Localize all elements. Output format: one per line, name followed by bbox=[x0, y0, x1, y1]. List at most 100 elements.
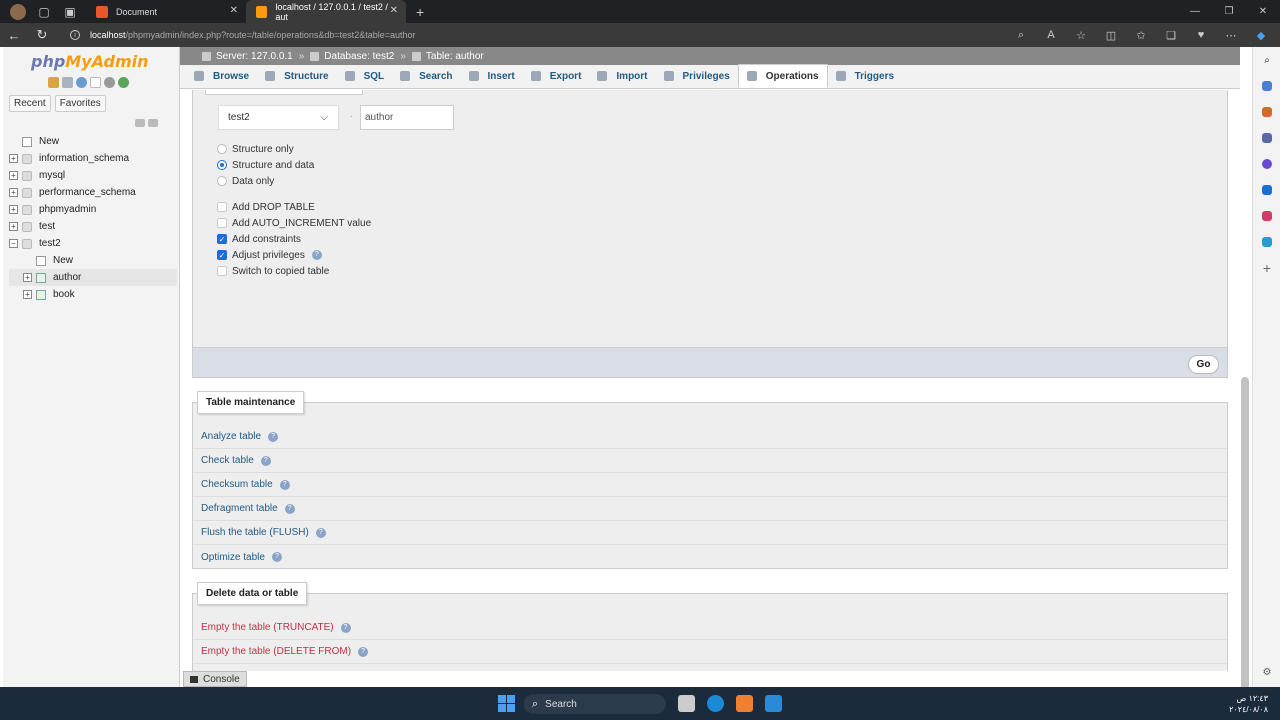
expand-icon[interactable]: + bbox=[9, 171, 18, 180]
close-tab-icon[interactable]: ✕ bbox=[230, 5, 238, 16]
sidebar-settings-icon[interactable]: ⚙ bbox=[1253, 659, 1280, 685]
split-screen-icon[interactable]: ◫ bbox=[1096, 29, 1126, 42]
radio-button[interactable] bbox=[217, 160, 227, 170]
tab-export[interactable]: Export bbox=[523, 64, 590, 88]
reload-nav-icon[interactable] bbox=[118, 77, 129, 88]
tab-search[interactable]: Search bbox=[392, 64, 460, 88]
help-icon[interactable]: ? bbox=[284, 503, 295, 514]
settings-icon[interactable] bbox=[104, 77, 115, 88]
checkbox[interactable] bbox=[217, 266, 227, 276]
sidebar-search-icon[interactable]: ⌕ bbox=[1253, 47, 1280, 73]
favorites-icon[interactable]: ✩ bbox=[1126, 29, 1156, 42]
page-scrollbar[interactable] bbox=[1241, 377, 1249, 703]
browser-tab-document[interactable]: Document ✕ bbox=[86, 0, 246, 23]
new-tab-icon[interactable]: + bbox=[416, 4, 424, 20]
tree-item-book[interactable]: + book bbox=[9, 286, 177, 303]
taskbar-clock[interactable]: ١٢:٤٣ ص ٢٠٢٤/٠٨/٠٨ bbox=[1229, 693, 1268, 715]
target-table-input[interactable]: author bbox=[360, 105, 454, 130]
radio-button[interactable] bbox=[217, 176, 227, 186]
tab-actions-icon[interactable]: ▣ bbox=[62, 4, 78, 20]
close-window-icon[interactable]: ✕ bbox=[1246, 0, 1280, 23]
tab-sql[interactable]: SQL bbox=[337, 64, 393, 88]
browser-tab-phpmyadmin[interactable]: localhost / 127.0.0.1 / test2 / aut ✕ bbox=[246, 0, 406, 23]
expand-icon[interactable]: + bbox=[9, 205, 18, 214]
zoom-icon[interactable]: ⌕ bbox=[1006, 29, 1036, 42]
file-explorer-icon[interactable] bbox=[678, 695, 695, 712]
expand-icon[interactable]: + bbox=[9, 154, 18, 163]
start-icon[interactable] bbox=[498, 695, 515, 712]
expand-icon[interactable]: + bbox=[9, 188, 18, 197]
tree-item-information-schema[interactable]: + information_schema bbox=[9, 150, 177, 167]
maintenance-link[interactable]: Analyze table bbox=[201, 431, 261, 442]
tab-privileges[interactable]: Privileges bbox=[656, 64, 738, 88]
radio-option[interactable]: Structure only bbox=[217, 142, 294, 156]
vscode-icon[interactable] bbox=[765, 695, 782, 712]
read-aloud-icon[interactable]: A bbox=[1036, 29, 1066, 41]
delete-link[interactable]: Empty the table (DELETE FROM) bbox=[201, 646, 351, 657]
favorite-star-icon[interactable]: ☆ bbox=[1066, 29, 1096, 42]
tree-item-test2[interactable]: − test2 bbox=[9, 235, 177, 252]
checkbox-option[interactable]: ✓ Add constraints bbox=[217, 232, 301, 246]
recent-tab[interactable]: Recent bbox=[9, 95, 51, 112]
radio-option[interactable]: Data only bbox=[217, 174, 274, 188]
home-icon[interactable] bbox=[48, 77, 59, 88]
checkbox-option[interactable]: Add DROP TABLE bbox=[217, 200, 315, 214]
docs-icon[interactable] bbox=[90, 77, 101, 88]
checkbox[interactable] bbox=[217, 218, 227, 228]
tab-operations[interactable]: Operations bbox=[737, 64, 828, 88]
workspaces-icon[interactable]: ▢ bbox=[36, 4, 52, 20]
more-icon[interactable]: ⋯ bbox=[1216, 29, 1246, 42]
maximize-icon[interactable]: ❐ bbox=[1212, 0, 1246, 23]
tree-item-performance-schema[interactable]: + performance_schema bbox=[9, 184, 177, 201]
tree-item-author[interactable]: + author bbox=[9, 269, 177, 286]
close-tab-icon[interactable]: ✕ bbox=[390, 5, 398, 16]
sidebar-send-icon[interactable] bbox=[1253, 229, 1280, 255]
back-icon[interactable]: ← bbox=[0, 23, 28, 47]
expand-icon[interactable]: + bbox=[9, 222, 18, 231]
breadcrumb-table[interactable]: Table: author bbox=[426, 51, 484, 62]
radio-option[interactable]: Structure and data bbox=[217, 158, 314, 172]
target-database-select[interactable]: test2 ⌵ bbox=[218, 105, 339, 130]
minimize-icon[interactable]: — bbox=[1178, 0, 1212, 23]
sidebar-copilot-icon[interactable] bbox=[1253, 151, 1280, 177]
tab-import[interactable]: Import bbox=[589, 64, 655, 88]
link-with-main-icon[interactable] bbox=[148, 119, 158, 127]
sidebar-shopping-icon[interactable] bbox=[1253, 73, 1280, 99]
extensions-icon[interactable]: ♥ bbox=[1186, 29, 1216, 41]
help-icon[interactable]: ? bbox=[340, 622, 351, 633]
tab-triggers[interactable]: Triggers bbox=[828, 64, 902, 88]
maintenance-link[interactable]: Defragment table bbox=[201, 503, 278, 514]
sidebar-outlook-icon[interactable] bbox=[1253, 177, 1280, 203]
delete-link[interactable]: Empty the table (TRUNCATE) bbox=[201, 622, 334, 633]
taskbar-search[interactable]: ⌕ Search bbox=[524, 694, 666, 714]
help-icon[interactable]: ? bbox=[311, 250, 322, 260]
help-icon[interactable]: ? bbox=[315, 527, 326, 538]
expand-icon[interactable]: + bbox=[23, 290, 32, 299]
logout-icon[interactable] bbox=[62, 77, 73, 88]
help-icon[interactable]: ? bbox=[260, 455, 271, 466]
copilot-icon[interactable]: ◆ bbox=[1246, 29, 1276, 42]
reload-icon[interactable]: ↻ bbox=[28, 23, 56, 47]
sidebar-games-icon[interactable] bbox=[1253, 125, 1280, 151]
edge-icon[interactable] bbox=[707, 695, 724, 712]
collapse-all-icon[interactable] bbox=[135, 119, 145, 127]
maintenance-link[interactable]: Flush the table (FLUSH) bbox=[201, 527, 309, 538]
tree-item-new[interactable]: New bbox=[9, 252, 177, 269]
collections-icon[interactable]: ❏ bbox=[1156, 29, 1186, 42]
checkbox[interactable]: ✓ bbox=[217, 250, 227, 260]
expand-icon[interactable]: + bbox=[23, 273, 32, 282]
help-icon[interactable]: ? bbox=[279, 479, 290, 490]
checkbox-option[interactable]: Switch to copied table bbox=[217, 264, 329, 278]
tree-item-new[interactable]: New bbox=[9, 133, 177, 150]
sidebar-office-icon[interactable] bbox=[1253, 203, 1280, 229]
maintenance-link[interactable]: Checksum table bbox=[201, 479, 273, 490]
help-icon[interactable] bbox=[76, 77, 87, 88]
tab-structure[interactable]: Structure bbox=[257, 64, 336, 88]
go-button[interactable]: Go bbox=[1188, 355, 1219, 374]
favorites-tab[interactable]: Favorites bbox=[54, 95, 106, 112]
breadcrumb-server[interactable]: Server: 127.0.0.1 bbox=[216, 51, 293, 62]
xampp-icon[interactable] bbox=[736, 695, 753, 712]
tab-browse[interactable]: Browse bbox=[186, 64, 257, 88]
help-icon[interactable]: ? bbox=[268, 431, 279, 442]
sidebar-tools-icon[interactable] bbox=[1253, 99, 1280, 125]
